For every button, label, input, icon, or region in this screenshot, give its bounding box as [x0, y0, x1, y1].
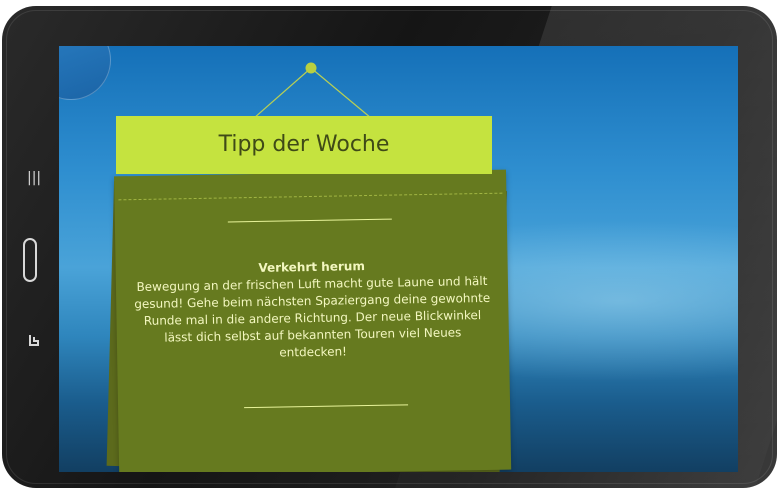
- tablet-frame: ||| Verkehrt herum Bewegung an der frisc…: [2, 6, 777, 488]
- card-title: Tipp der Woche: [218, 132, 390, 157]
- tip-card: Verkehrt herum Bewegung an der frischen …: [114, 169, 512, 472]
- title-banner: Tipp der Woche: [116, 116, 492, 174]
- tip-text: Verkehrt herum Bewegung an der frischen …: [116, 256, 510, 365]
- app-screen: Verkehrt herum Bewegung an der frischen …: [59, 46, 738, 472]
- back-icon[interactable]: [27, 334, 41, 349]
- divider-top: [227, 218, 392, 223]
- home-button-icon[interactable]: [23, 238, 37, 282]
- device: ||| Verkehrt herum Bewegung an der frisc…: [0, 0, 779, 488]
- divider-bottom: [244, 404, 409, 409]
- recent-apps-icon[interactable]: |||: [27, 171, 41, 185]
- tip-body: Bewegung an der frischen Luft macht gute…: [134, 273, 491, 360]
- pin-icon: [305, 62, 317, 74]
